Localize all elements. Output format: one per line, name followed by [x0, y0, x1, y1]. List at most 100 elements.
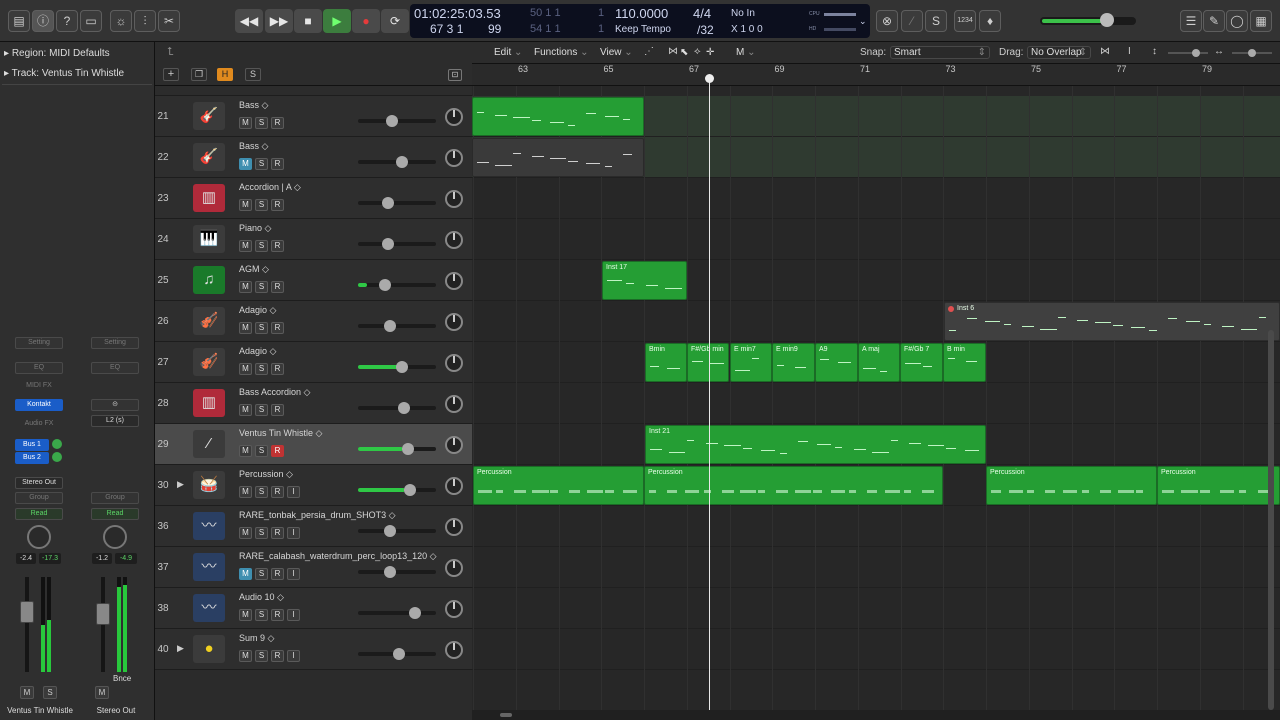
solo-button[interactable]: S	[255, 609, 268, 621]
flex-icon[interactable]: ⋰	[644, 46, 654, 57]
pan-knob[interactable]	[445, 272, 463, 290]
solo-button[interactable]: S	[255, 650, 268, 662]
snap-select[interactable]: Smart ⇕	[890, 46, 990, 59]
view-menu[interactable]: View ⌄	[600, 47, 633, 58]
input-monitor-button[interactable]: I	[287, 486, 300, 498]
region[interactable]: Inst 21	[645, 425, 986, 464]
horizontal-zoom-icon[interactable]: ↔	[1214, 46, 1224, 57]
volume-slider-handle[interactable]	[383, 320, 396, 332]
count-in-button[interactable]: 1234	[954, 10, 976, 32]
pointer-tool-icon[interactable]: ⬉	[680, 47, 688, 58]
track-lane[interactable]	[472, 629, 1280, 670]
track-row[interactable]: 27 🎻 Adagio ◇ M S R	[155, 342, 472, 383]
gain-value[interactable]: -2.4	[16, 553, 36, 564]
volume-slider-handle[interactable]	[383, 566, 396, 578]
mute-button[interactable]: M	[239, 609, 252, 621]
editors-icon[interactable]: ✂	[158, 10, 180, 32]
track-name[interactable]: AGM ◇	[239, 264, 269, 275]
solo-button[interactable]: S	[255, 527, 268, 539]
volume-slider[interactable]	[358, 484, 436, 496]
forward-button[interactable]: ▶▶	[265, 9, 293, 33]
bass-guitar-icon[interactable]: 🎸	[193, 143, 225, 171]
play-button[interactable]: ▶	[323, 9, 351, 33]
track-row[interactable]: 37 〰 RARE_calabash_waterdrum_perc_loop13_1…	[155, 547, 472, 588]
track-name[interactable]: Adagio ◇	[239, 305, 276, 316]
record-enable-button[interactable]: R	[271, 527, 284, 539]
pan-knob[interactable]	[445, 231, 463, 249]
disclosure-triangle-icon[interactable]: ▶	[177, 643, 184, 654]
bass-guitar-icon[interactable]: 🎸	[193, 102, 225, 130]
track-lane[interactable]	[472, 219, 1280, 260]
vertical-scrollbar[interactable]	[1268, 330, 1274, 710]
track-row[interactable]: 26 🎻 Adagio ◇ M S R	[155, 301, 472, 342]
record-enable-button[interactable]: R	[271, 650, 284, 662]
solo-button[interactable]: S	[255, 445, 268, 457]
drums-icon[interactable]: 🥁	[193, 471, 225, 499]
mixer-icon[interactable]: ⫶	[134, 10, 156, 32]
track-name[interactable]: Accordion | A ◇	[239, 182, 301, 193]
region[interactable]: Inst 17	[602, 261, 687, 300]
solo-button[interactable]: S	[255, 486, 268, 498]
catch-icon[interactable]: ⟡	[694, 46, 701, 57]
stop-button[interactable]: ■	[294, 9, 322, 33]
pan-knob[interactable]	[445, 518, 463, 536]
strip2-eq-slot[interactable]: EQ	[91, 362, 139, 374]
region[interactable]: Percussion	[1157, 466, 1280, 505]
pan-knob[interactable]	[445, 313, 463, 331]
volume-slider-handle[interactable]	[401, 443, 414, 455]
track-lane[interactable]	[472, 506, 1280, 547]
volume-slider[interactable]	[358, 361, 436, 373]
rewind-button[interactable]: ◀◀	[235, 9, 263, 33]
volume-slider-handle[interactable]	[386, 115, 399, 127]
region[interactable]: E min7	[730, 343, 772, 382]
region[interactable]: Bmin	[645, 343, 687, 382]
mute-button[interactable]: M	[239, 527, 252, 539]
volume-slider-handle[interactable]	[395, 361, 408, 373]
record-enable-button[interactable]: R	[271, 609, 284, 621]
global-solo-button[interactable]: S	[245, 68, 261, 81]
pan-knob[interactable]	[445, 108, 463, 126]
region[interactable]: Percussion	[644, 466, 943, 505]
pan-knob[interactable]	[445, 395, 463, 413]
loop-browser-icon[interactable]: ◯	[1226, 10, 1248, 32]
record-enable-button[interactable]: R	[271, 199, 284, 211]
accordion-icon[interactable]: ▥	[193, 184, 225, 212]
track-name[interactable]: Adagio ◇	[239, 346, 276, 357]
region[interactable]	[472, 138, 644, 177]
region-inspector-header[interactable]: ▸ Region: MIDI Defaults	[4, 48, 110, 59]
region[interactable]: Percussion	[473, 466, 644, 505]
functions-menu[interactable]: Functions ⌄	[534, 47, 589, 58]
track-name[interactable]: Percussion ◇	[239, 469, 293, 480]
vertical-zoom-icon[interactable]: ↕	[1152, 46, 1157, 57]
record-enable-button[interactable]: R	[271, 363, 284, 375]
track-name[interactable]: Bass ◇	[239, 100, 268, 111]
track-lane[interactable]	[472, 383, 1280, 424]
list-editors-icon[interactable]: ☰	[1180, 10, 1202, 32]
pan-knob[interactable]	[445, 354, 463, 372]
bounce-button[interactable]: Bnce	[113, 674, 131, 683]
strip1-solo-button[interactable]: S	[43, 686, 57, 699]
audio-waveform-icon[interactable]: 〰	[193, 594, 225, 622]
volume-slider[interactable]	[358, 648, 436, 660]
solo-button[interactable]: S	[255, 404, 268, 416]
solo-mode-icon[interactable]: S	[925, 10, 947, 32]
pan-knob[interactable]	[27, 525, 51, 549]
master-volume-handle[interactable]	[1100, 13, 1114, 27]
setting-slot[interactable]: Setting	[15, 337, 63, 349]
volume-slider[interactable]	[358, 238, 436, 250]
mute-button[interactable]: M	[239, 240, 252, 252]
region[interactable]	[472, 97, 644, 136]
record-button[interactable]: ●	[352, 9, 380, 33]
solo-button[interactable]: S	[255, 322, 268, 334]
edit-menu[interactable]: Edit ⌄	[494, 47, 522, 58]
track-row[interactable]: 22 🎸 Bass ◇ M S R	[155, 137, 472, 178]
track-name[interactable]: Piano ◇	[239, 223, 271, 234]
record-enable-button[interactable]: R	[271, 281, 284, 293]
track-lane[interactable]	[472, 588, 1280, 629]
volume-slider[interactable]	[358, 525, 436, 537]
tempo-value[interactable]: 110.0000	[615, 6, 668, 21]
track-name[interactable]: RARE_calabash_waterdrum_perc_loop13_120 …	[239, 551, 437, 562]
strip2-link-icon[interactable]: ⊝	[91, 399, 139, 411]
send-knob-1[interactable]	[52, 439, 62, 449]
track-row[interactable]: 25 ♫ AGM ◇ M S R	[155, 260, 472, 301]
